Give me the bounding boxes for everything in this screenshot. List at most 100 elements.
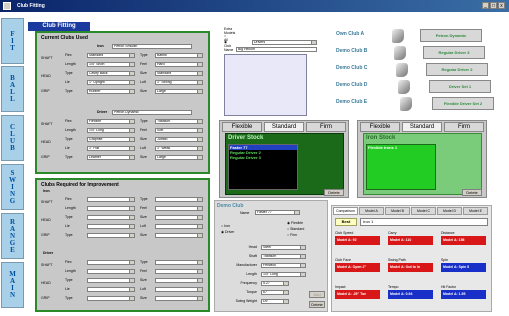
sidebar-item-main[interactable]: MAIN (1, 262, 24, 308)
cur-driver-field2-1[interactable]: Soft (155, 128, 203, 133)
req-iron-field2-2[interactable] (155, 215, 203, 220)
req-driver-field-4[interactable] (87, 296, 135, 301)
req-driver-field2-2[interactable] (155, 278, 203, 283)
iron-stock-delete-button[interactable]: Delete (462, 189, 482, 196)
cur-iron-field2-3[interactable]: 1° Strong (155, 80, 203, 85)
cur-driver-field2-3[interactable]: 1° Weak (155, 146, 203, 151)
maximize-button[interactable]: □ (490, 2, 497, 9)
req-iron-field2-3[interactable] (155, 224, 203, 229)
demo-field-0[interactable]: Steel (261, 245, 306, 250)
cur-driver-field-1[interactable]: 1/4" Long (87, 128, 135, 133)
req-driver-field-2[interactable] (87, 278, 135, 283)
own-club-button-3[interactable]: Driver Set 1 (429, 80, 491, 93)
comparison-tab-5[interactable]: Model E (463, 207, 488, 215)
req-iron-field-3[interactable] (87, 224, 135, 229)
driver-stock-tab-0[interactable]: Flexible (222, 122, 262, 132)
extra-club-select[interactable]: Drivers (252, 40, 317, 45)
club-head-icon (400, 97, 412, 111)
extra-models-list[interactable] (224, 54, 307, 116)
current-iron-field[interactable]: Petron Smooth (112, 44, 192, 49)
driver-stock-item[interactable]: Regular Driver 3 (229, 155, 297, 160)
cur-iron-label2-4: Size (140, 89, 147, 93)
cur-iron-field-1[interactable]: 1/4" Short (87, 62, 135, 67)
demo-firm-radio[interactable]: ○ Firm (287, 233, 297, 237)
cur-iron-field2-1[interactable]: Hard (155, 62, 203, 67)
demo-field-4[interactable]: 5.27 (261, 281, 289, 286)
req-driver-field2-1[interactable] (155, 269, 203, 274)
req-iron-field-1[interactable] (87, 206, 135, 211)
own-club-button-0[interactable]: Petron Dynamic (420, 29, 482, 42)
sidebar-item-club[interactable]: CLUB (1, 115, 24, 161)
cur-driver-field-2[interactable]: Graphite (87, 137, 135, 142)
iron-stock-list[interactable]: Flexible Irons 1 (366, 144, 436, 190)
demo-add-button[interactable]: Add (309, 291, 325, 298)
demo-delete-button[interactable]: Delete (309, 301, 325, 308)
minimize-button[interactable]: _ (482, 2, 489, 9)
own-club-button-1[interactable]: Regular Driver 3 (423, 46, 485, 59)
demo-field-6[interactable]: D9 (261, 299, 289, 304)
req-driver-field2-0[interactable] (155, 260, 203, 265)
extra-name-field[interactable]: Big Helium (236, 47, 317, 52)
sidebar-item-swing[interactable]: SWING (1, 164, 24, 210)
cur-driver-field-4[interactable]: Leather (87, 155, 135, 160)
req-driver-field-0[interactable] (87, 260, 135, 265)
close-button[interactable]: x (498, 2, 505, 9)
req-iron-field2-0[interactable] (155, 197, 203, 202)
cur-iron-field2-4[interactable]: Large (155, 89, 203, 94)
sidebar-item-ball[interactable]: BALL (1, 66, 24, 112)
comparison-tab-0[interactable]: Comparison (333, 207, 358, 215)
req-driver-field-1[interactable] (87, 269, 135, 274)
current-driver-field[interactable]: Petron Dynamic (112, 110, 192, 115)
cur-driver-field2-2[interactable]: Jumbo (155, 137, 203, 142)
iron-stock-tab-1[interactable]: Standard (402, 122, 442, 132)
demo-iron-label: Iron (224, 224, 231, 228)
demo-field-2[interactable]: Fenwick (261, 263, 306, 268)
club-fitting-tab[interactable]: Club Fitting (28, 22, 90, 31)
req-driver-field2-4[interactable] (155, 296, 203, 301)
driver-stock-delete-button[interactable]: Delete (324, 189, 344, 196)
sidebar-item-fit[interactable]: FIT (1, 18, 24, 64)
cur-driver-label2-1: Feel (140, 128, 147, 132)
iron-stock-item[interactable]: Flexible Irons 1 (367, 145, 435, 150)
own-club-button-2[interactable]: Regular Driver 2 (426, 63, 488, 76)
cur-iron-field-3[interactable]: 1° Upright (87, 80, 135, 85)
comparison-tab-3[interactable]: Model C (411, 207, 436, 215)
own-club-button-4[interactable]: Flexible Driver Set 2 (432, 97, 494, 110)
demo-field-3[interactable]: 1/4" Long (261, 272, 306, 277)
demo-name-select[interactable]: Faster 77 (255, 210, 300, 215)
req-iron-field-2[interactable] (87, 215, 135, 220)
cur-driver-field-3[interactable]: 1° Flat (87, 146, 135, 151)
cur-iron-label-4: Type (65, 89, 73, 93)
driver-stock-list[interactable]: Faster 77 Regular Driver 2 Regular Driver … (228, 144, 298, 190)
demo-iron-radio[interactable]: ○ Iron (221, 224, 230, 228)
cur-iron-field-2[interactable]: Cavity Back (87, 71, 135, 76)
demo-field-5[interactable]: 67 (261, 290, 289, 295)
req-iron-field-4[interactable] (87, 233, 135, 238)
iron-stock-tab-2[interactable]: Firm (444, 122, 484, 132)
comparison-tab-4[interactable]: Model D (437, 207, 462, 215)
req-iron-field2-4[interactable] (155, 233, 203, 238)
driver-stock-tab-1[interactable]: Standard (264, 122, 304, 132)
demo-flex-radio[interactable]: ◉ Flexible (287, 221, 303, 225)
sidebar-item-range[interactable]: RANGE (1, 213, 24, 259)
demo-driver-radio[interactable]: ◉ Driver (221, 230, 234, 234)
req-driver-field-3[interactable] (87, 287, 135, 292)
cur-iron-field2-2[interactable]: Standard (155, 71, 203, 76)
cur-driver-field-0[interactable]: Flexible (87, 119, 135, 124)
driver-stock-tab-2[interactable]: Firm (306, 122, 346, 132)
cur-driver-field2-0[interactable]: Titanium (155, 119, 203, 124)
cur-iron-field-0[interactable]: Standard (87, 53, 135, 58)
req-iron-field-0[interactable] (87, 197, 135, 202)
cur-driver-field2-4[interactable]: Large (155, 155, 203, 160)
comparison-tab-2[interactable]: Model B (385, 207, 410, 215)
cur-iron-field2-0[interactable]: Bambi (155, 53, 203, 58)
comparison-tab-1[interactable]: Model A (359, 207, 384, 215)
iron-stock-tab-0[interactable]: Flexible (360, 122, 400, 132)
demo-firm-label: Firm (290, 233, 298, 237)
cur-iron-field-4[interactable]: Rubber (87, 89, 135, 94)
demo-field-1[interactable]: Titanium (261, 254, 306, 259)
extra-club-radio[interactable]: ◉ Club (224, 40, 231, 48)
req-iron-field2-1[interactable] (155, 206, 203, 211)
demo-std-radio[interactable]: ○ Standard (287, 227, 304, 231)
req-driver-field2-3[interactable] (155, 287, 203, 292)
